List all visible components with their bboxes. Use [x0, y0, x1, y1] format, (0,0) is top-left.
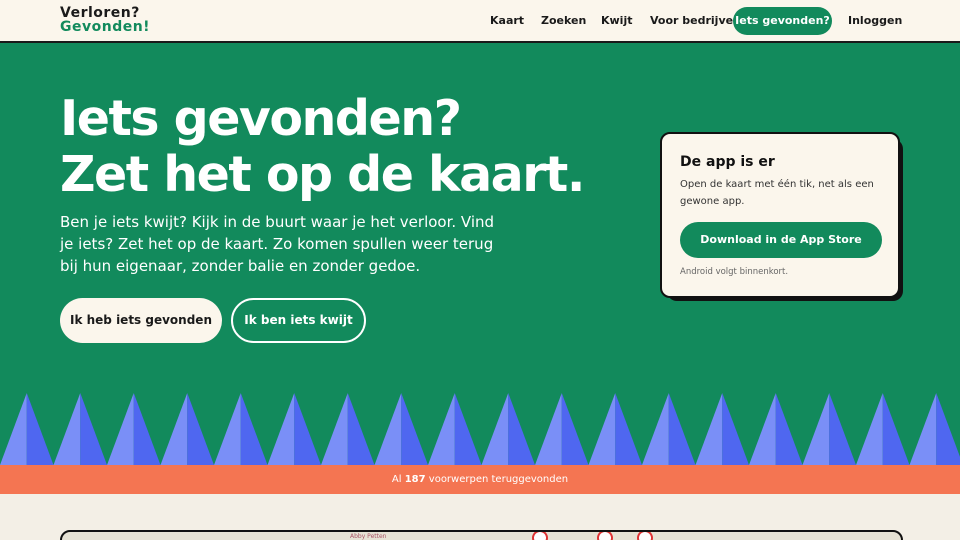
stats-count: 187: [404, 474, 426, 485]
logo[interactable]: Verloren? Gevonden!: [60, 6, 150, 34]
hero-title: Iets gevonden? Zet het op de kaart.: [60, 90, 585, 203]
nav-link-login[interactable]: Inloggen: [848, 14, 902, 27]
triangle-shape: [936, 393, 960, 465]
map-marker[interactable]: [532, 532, 548, 540]
map-place-label: Abby Petten: [350, 533, 387, 540]
triangle-shape: [588, 393, 616, 465]
stats-suffix: voorwerpen teruggevonden: [428, 474, 569, 485]
triangle-shape: [401, 393, 428, 465]
logo-line-2: Gevonden!: [60, 19, 151, 35]
triangle-shape: [347, 393, 375, 465]
nav-link-business[interactable]: Voor bedrijven: [650, 14, 741, 27]
triangle-shape: [695, 393, 723, 465]
app-card-title: De app is er: [680, 154, 775, 170]
map-marker[interactable]: [597, 532, 613, 540]
triangle-shape: [321, 393, 348, 465]
hero-title-line-2: Zet het op de kaart.: [60, 146, 585, 203]
triangle-shape: [26, 393, 54, 465]
triangle-shape: [80, 393, 107, 465]
nav-link-map[interactable]: Kaart: [490, 14, 524, 27]
triangle-shape: [374, 393, 402, 465]
triangle-shape: [829, 393, 856, 465]
triangle-shape: [0, 393, 27, 465]
triangle-shape: [454, 393, 482, 465]
map-preview[interactable]: Abby Petten: [60, 530, 903, 540]
triangle-shape: [642, 393, 669, 465]
triangle-shape: [294, 393, 321, 465]
triangle-shape: [508, 393, 535, 465]
triangle-shape: [428, 393, 455, 465]
found-something-button[interactable]: Ik heb iets gevonden: [60, 298, 222, 343]
app-card-text: Open de kaart met één tik, net als een g…: [680, 179, 874, 207]
triangle-shape: [722, 393, 749, 465]
triangle-shape: [561, 393, 589, 465]
triangle-shape: [802, 393, 830, 465]
triangle-shape: [240, 393, 268, 465]
triangle-shape: [535, 393, 562, 465]
triangle-border-decoration: [0, 393, 960, 465]
triangle-shape: [749, 393, 776, 465]
triangle-shape: [107, 393, 134, 465]
triangle-shape: [615, 393, 642, 465]
logo-line-1: Verloren?: [60, 5, 140, 21]
triangle-shape: [481, 393, 509, 465]
android-note: Android volgt binnenkort.: [680, 267, 789, 277]
triangle-shape: [160, 393, 188, 465]
triangle-shape: [882, 393, 910, 465]
triangle-shape: [133, 393, 161, 465]
app-card: De app is er Open de kaart met één tik, …: [660, 132, 900, 298]
triangle-shape: [856, 393, 883, 465]
nav-link-lost[interactable]: Kwijt: [601, 14, 633, 27]
triangle-shape: [214, 393, 241, 465]
site-header: Verloren? Gevonden! Kaart Zoeken Kwijt V…: [0, 0, 960, 43]
stats-prefix: Al: [391, 474, 402, 485]
triangle-shape: [775, 393, 803, 465]
nav-found-button[interactable]: Iets gevonden?: [733, 7, 832, 35]
triangle-shape: [267, 393, 295, 465]
hero-subtitle: Ben je iets kwijt? Kijk in de buurt waar…: [60, 213, 495, 275]
triangle-shape: [53, 393, 81, 465]
triangle-shape: [909, 393, 937, 465]
map-marker[interactable]: [637, 532, 653, 540]
app-store-download-button[interactable]: Download in de App Store: [680, 222, 882, 258]
nav-link-search[interactable]: Zoeken: [541, 14, 586, 27]
stats-banner: Al 187 voorwerpen teruggevonden: [0, 465, 960, 494]
lost-something-button[interactable]: Ik ben iets kwijt: [231, 298, 366, 343]
hero-title-line-1: Iets gevonden?: [60, 90, 462, 147]
hero-section: Iets gevonden? Zet het op de kaart. Ben …: [0, 43, 960, 465]
triangle-shape: [187, 393, 214, 465]
triangle-shape: [668, 393, 696, 465]
